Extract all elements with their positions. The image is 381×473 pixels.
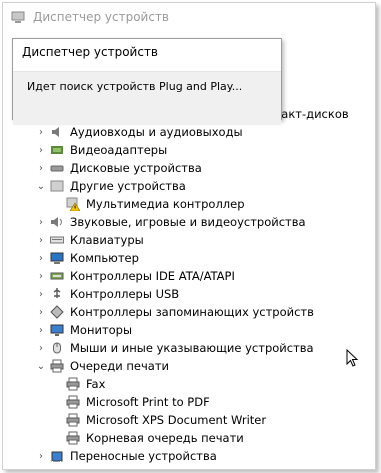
tree-item-label: Очереди печати	[70, 359, 169, 373]
expand-chevron-icon[interactable]: ›	[33, 267, 49, 285]
keyboard-icon	[49, 232, 65, 248]
tree-item-label: Компьютер	[70, 251, 139, 265]
tree-item-label: Fax	[86, 377, 106, 391]
tree-item-label: Microsoft XPS Document Writer	[86, 413, 267, 427]
tree-item-label: Контроллеры IDE ATA/ATAPI	[70, 269, 235, 283]
tree-item[interactable]: › Дисковые устройства	[33, 159, 202, 177]
scan-progress-popup: Диспетчер устройств Идет поиск устройств…	[12, 38, 282, 125]
tree-item-label: Звуковые, игровые и видеоустройства	[70, 215, 306, 229]
expand-chevron-icon[interactable]: ›	[33, 303, 49, 321]
speaker-icon	[49, 124, 65, 140]
tree-item-label: Видеоадаптеры	[70, 143, 168, 157]
tree-item[interactable]: Fax	[65, 375, 105, 393]
computer-icon	[49, 250, 65, 266]
tree-item[interactable]: › Контроллеры запоминающих устройств	[33, 303, 314, 321]
tree-item-label: Мыши и иные указывающие устройства	[70, 341, 314, 355]
tree-item[interactable]: Microsoft Print to PDF	[65, 393, 210, 411]
display-adapter-icon	[49, 142, 65, 158]
tree-item[interactable]: › Видеоадаптеры	[33, 141, 167, 159]
popup-title: Диспетчер устройств	[13, 39, 281, 72]
tree-item-label: Контроллеры USB	[70, 287, 180, 301]
tree-item-label: Дисковые устройства	[70, 161, 202, 175]
device-manager-icon	[11, 11, 25, 23]
tree-item-label: Другие устройства	[70, 179, 186, 193]
tree-item[interactable]: › Компьютер	[33, 249, 139, 267]
expand-chevron-icon[interactable]: ›	[33, 159, 49, 177]
title-bar: Диспетчер устройств	[3, 3, 375, 31]
mouse-cursor-icon	[346, 349, 359, 367]
tree-item[interactable]: ⌄ Другие устройства	[33, 177, 186, 195]
tree-item[interactable]: › Контроллеры USB	[33, 285, 179, 303]
expand-chevron-icon[interactable]: ›	[33, 141, 49, 159]
printer-icon	[65, 430, 81, 446]
ide-controller-icon	[49, 268, 65, 284]
unknown-device-icon	[49, 178, 65, 194]
printer-icon	[65, 376, 81, 392]
tree-item[interactable]: Microsoft XPS Document Writer	[65, 411, 266, 429]
tree-item[interactable]: Мультимедиа контроллер	[65, 195, 245, 213]
tree-item-label: Аудиовходы и аудиовыходы	[70, 125, 243, 139]
tree-item[interactable]: Корневая очередь печати	[65, 429, 244, 447]
expand-chevron-icon[interactable]: ›	[33, 339, 49, 357]
window-title: Диспетчер устройств	[33, 10, 170, 24]
expand-chevron-icon[interactable]: ›	[33, 123, 49, 141]
tree-item-label: Контроллеры запоминающих устройств	[70, 305, 314, 319]
tree-item-label: Мониторы	[70, 323, 133, 337]
sound-icon	[49, 214, 65, 230]
tree-item-label: Microsoft Print to PDF	[86, 395, 210, 409]
printer-icon	[65, 412, 81, 428]
tree-item-label: Мультимедиа контроллер	[86, 197, 245, 211]
tree-item[interactable]: › Аудиовходы и аудиовыходы	[33, 123, 243, 141]
tree-item[interactable]: ⌄ Очереди печати	[33, 357, 169, 375]
warning-device-icon	[65, 196, 81, 212]
expand-chevron-icon[interactable]: ›	[33, 321, 49, 339]
mouse-icon	[49, 340, 65, 356]
expand-chevron-icon[interactable]: ›	[33, 231, 49, 249]
tree-item[interactable]: › Звуковые, игровые и видеоустройства	[33, 213, 306, 231]
tree-item[interactable]: › Клавиатуры	[33, 231, 144, 249]
collapse-chevron-icon[interactable]: ⌄	[33, 177, 49, 195]
expand-chevron-icon[interactable]: ›	[33, 285, 49, 303]
printer-icon	[65, 394, 81, 410]
torn-edge	[5, 461, 375, 469]
expand-chevron-icon[interactable]: ›	[33, 249, 49, 267]
popup-message: Идет поиск устройств Plug and Play...	[13, 72, 281, 125]
collapse-chevron-icon[interactable]: ⌄	[33, 357, 49, 375]
printer-icon	[49, 358, 65, 374]
monitor-icon	[49, 322, 65, 338]
tree-item-label: Корневая очередь печати	[86, 431, 244, 445]
storage-controller-icon	[49, 304, 65, 320]
usb-icon	[49, 286, 65, 302]
tree-item[interactable]: › Мыши и иные указывающие устройства	[33, 339, 314, 357]
tree-item-label: Клавиатуры	[70, 233, 144, 247]
device-manager-window: Диспетчер устройств Диспетчер устройств …	[2, 2, 376, 470]
disk-drive-icon	[49, 160, 65, 176]
tree-item[interactable]: › Контроллеры IDE ATA/ATAPI	[33, 267, 235, 285]
tree-item[interactable]: › Мониторы	[33, 321, 132, 339]
expand-chevron-icon[interactable]: ›	[33, 213, 49, 231]
